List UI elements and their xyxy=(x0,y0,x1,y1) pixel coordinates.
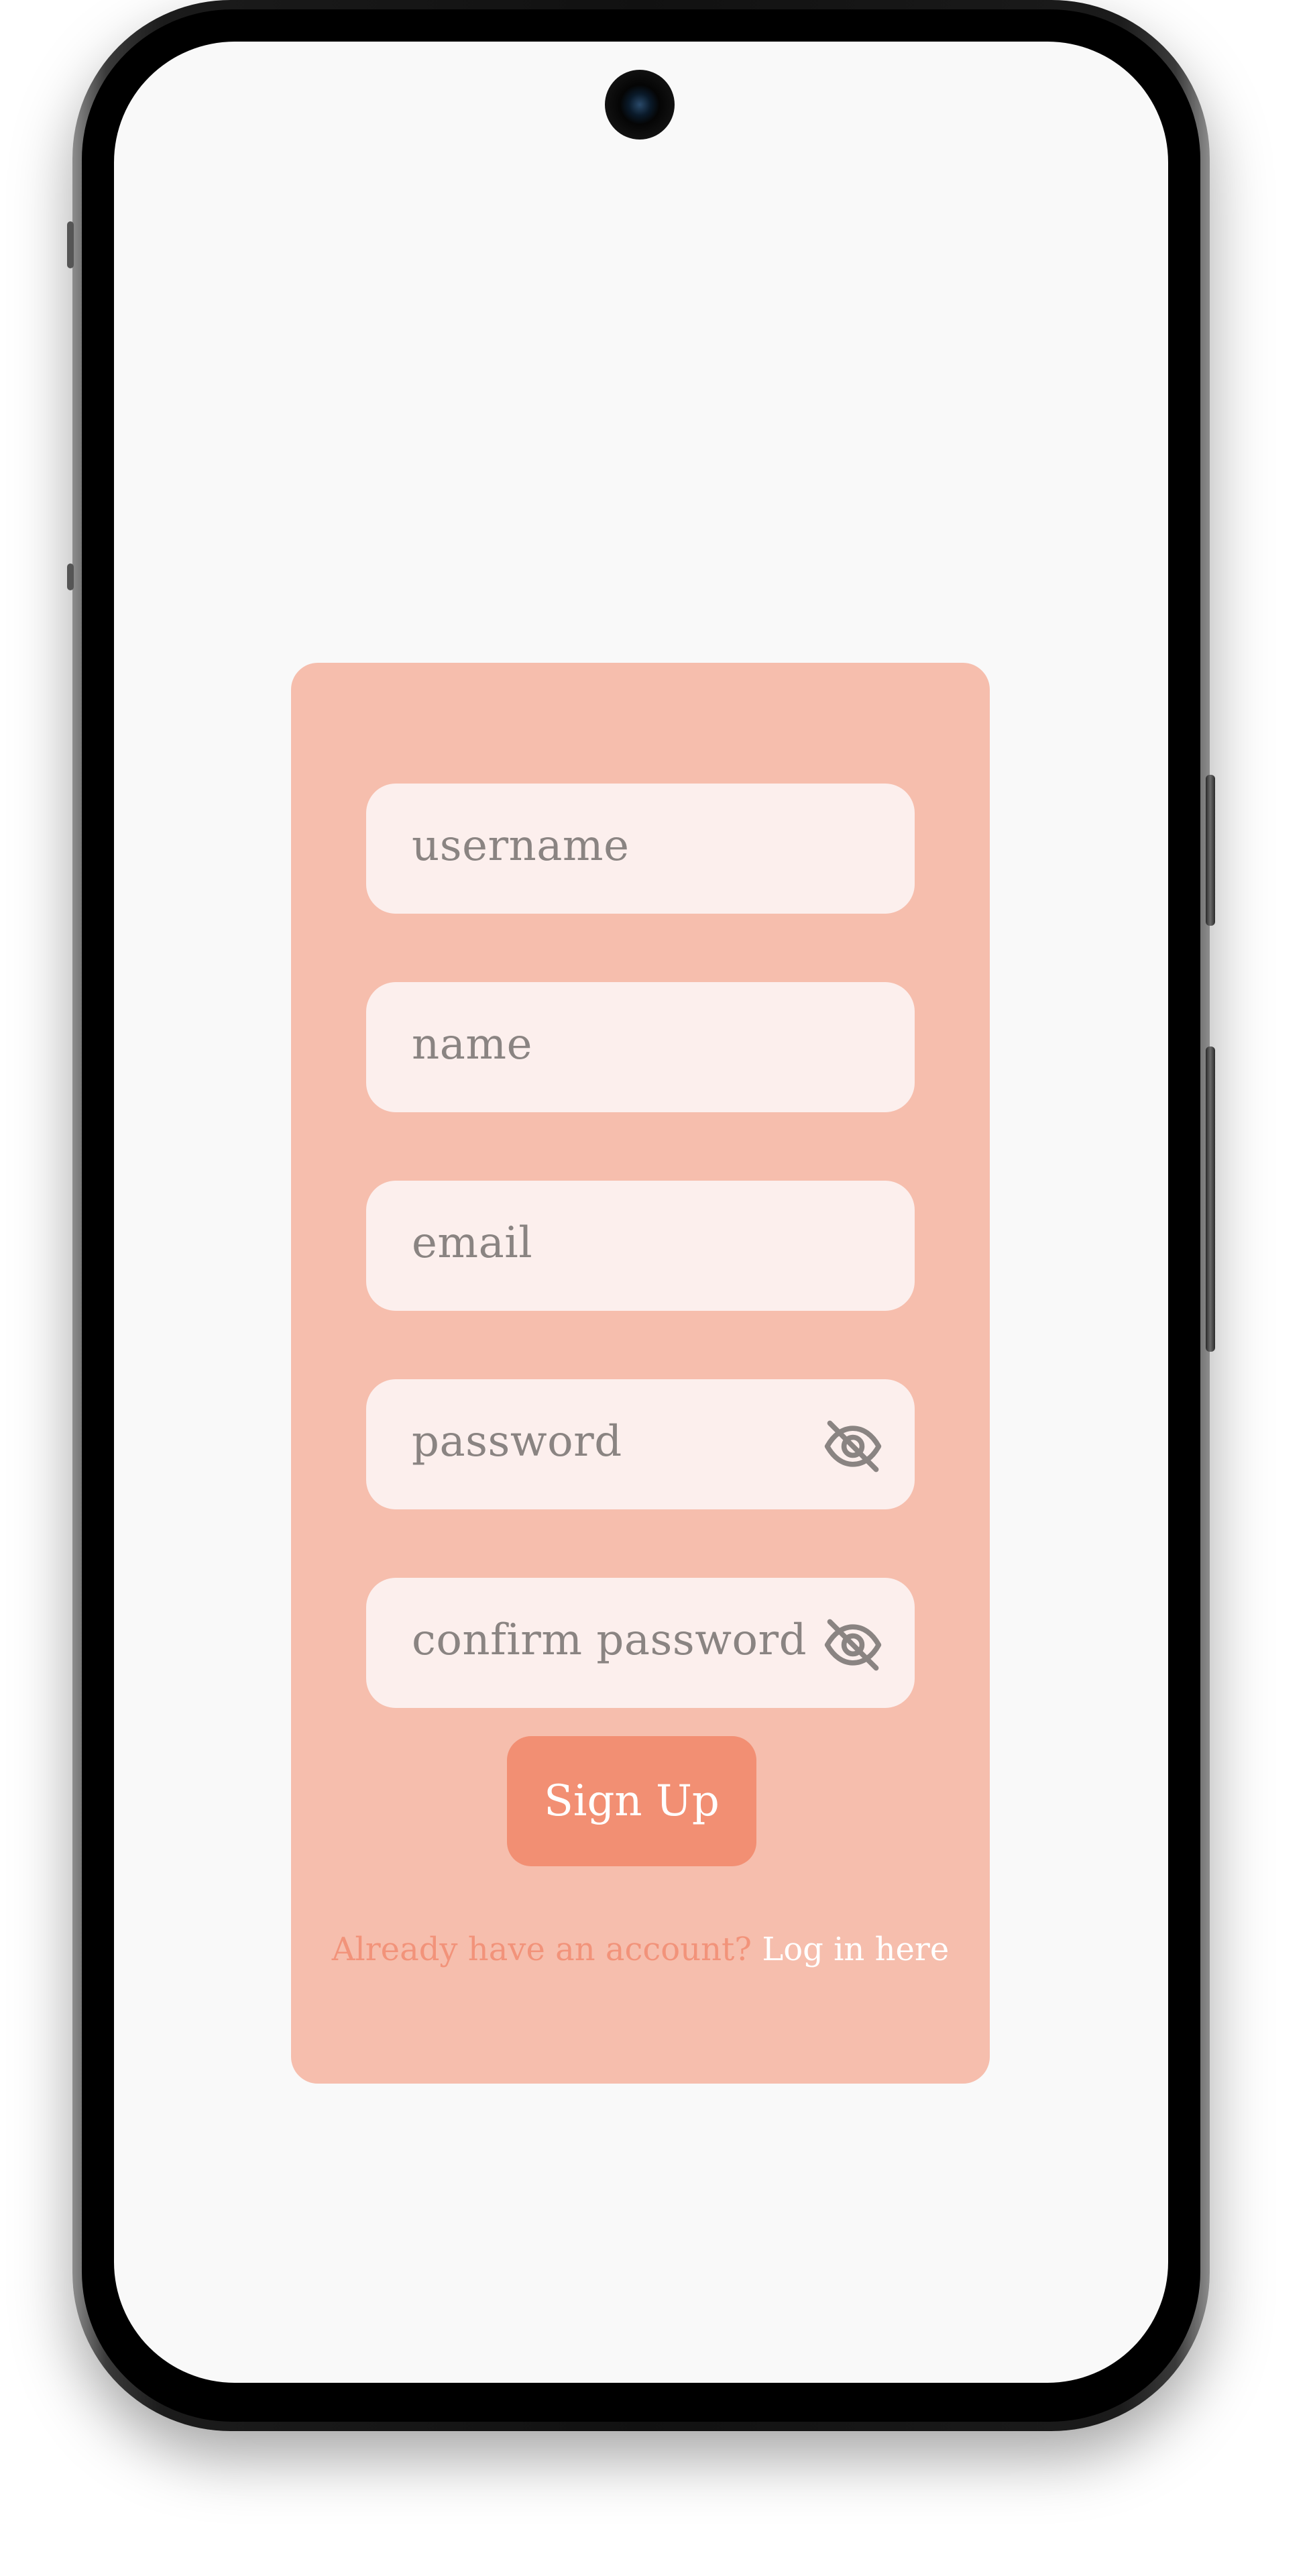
password-field[interactable]: password xyxy=(366,1379,915,1509)
left-side-button xyxy=(67,221,74,268)
volume-button xyxy=(1206,775,1215,926)
username-placeholder: username xyxy=(412,821,630,871)
login-prompt: Already have an account? Log in here xyxy=(291,1931,990,1968)
eye-off-icon[interactable] xyxy=(822,1614,884,1676)
left-side-button-lower xyxy=(67,564,74,590)
name-field[interactable]: name xyxy=(366,982,915,1112)
confirm-password-placeholder: confirm password xyxy=(412,1615,807,1665)
login-link[interactable]: Log in here xyxy=(762,1931,949,1968)
device-mockup: username name email password confirm pas… xyxy=(0,0,1313,2576)
password-placeholder: password xyxy=(412,1417,622,1466)
email-field[interactable]: email xyxy=(366,1181,915,1311)
signup-card: username name email password confirm pas… xyxy=(291,663,990,2084)
name-placeholder: name xyxy=(412,1020,532,1069)
sign-up-button[interactable]: Sign Up xyxy=(507,1736,756,1866)
power-button xyxy=(1206,1046,1215,1352)
phone-screen: username name email password confirm pas… xyxy=(114,42,1168,2383)
front-camera xyxy=(605,70,675,140)
username-field[interactable]: username xyxy=(366,784,915,914)
eye-off-icon[interactable] xyxy=(822,1415,884,1477)
email-placeholder: email xyxy=(412,1218,533,1268)
confirm-password-field[interactable]: confirm password xyxy=(366,1578,915,1708)
login-prompt-text: Already have an account? xyxy=(331,1931,752,1968)
